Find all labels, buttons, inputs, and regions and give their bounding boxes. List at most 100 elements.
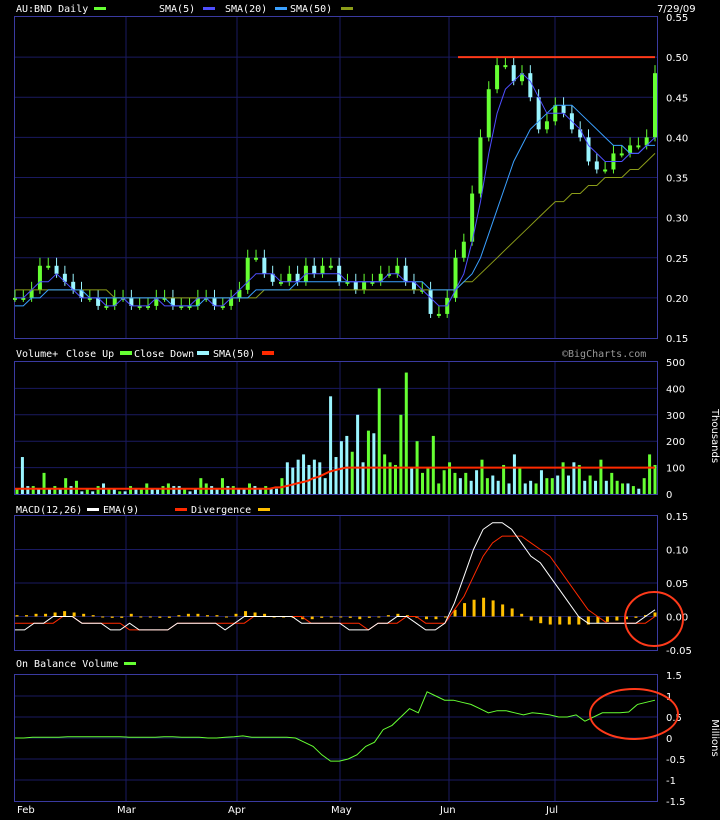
divergence-bar [15,615,19,617]
divergence-bar [539,616,543,624]
macd-panel: -0.05 0.00 0.05 0.10 0.15 MACD(12,26) EMA(9)… [14,505,692,657]
price-bar-body [312,265,317,274]
divergence-bar [482,597,486,617]
divergence-bar [329,616,333,618]
y-tick-label: 0.25 [666,254,688,265]
divergence-bar [444,616,448,618]
volume-bar [210,486,214,494]
divergence-bar [339,616,343,618]
volume-bar [534,483,538,494]
volume-bar [172,486,176,494]
price-y-ticks: 0.150.200.250.300.350.400.450.500.55 [666,13,688,345]
divergence-bar [510,608,514,617]
volume-bar [123,491,127,494]
title-swatch [94,7,106,10]
volume-bar [523,483,527,494]
volume-bar [626,483,630,494]
price-bar-body [478,137,483,194]
volume-bar [366,430,370,494]
x-axis-month-labels: Feb Mar Apr May Jun Jul [17,805,558,816]
volume-bar [491,475,495,494]
price-bar-body [428,289,433,314]
y-tick-label: 100 [666,464,685,475]
volume-bar [469,480,473,494]
volume-bar [291,467,295,494]
volume-bar [550,478,554,494]
volume-bar [356,414,360,494]
price-bar-body [461,241,466,258]
volume-bar [556,475,560,494]
volume-bar [372,433,376,494]
divergence-bar [463,603,467,617]
divergence-bar [348,616,352,618]
divergence-bar [529,616,533,621]
volume-bar [642,478,646,494]
legend-sma50-label: SMA(50) [290,4,332,15]
price-bar-body [495,65,500,90]
volume-bar [31,486,35,494]
divergence-bar [34,613,38,617]
divergence-bar [101,616,105,618]
legend-vol-sma-swatch [262,351,274,355]
divergence-bar [139,616,143,618]
volume-bar [91,491,95,494]
divergence-bar [501,604,505,617]
price-bar-body [578,129,583,138]
divergence-bar [167,616,171,618]
price-bar-body [586,137,591,162]
y-tick-label: 0.05 [666,579,688,590]
divergence-bar [44,613,48,617]
volume-bar [220,478,224,494]
volume-bar [539,470,543,494]
legend-macd-swatch [87,508,99,511]
y-tick-label: 0 [666,490,672,501]
y-tick-label: 300 [666,411,685,422]
legend-obv-label: On Balance Volume [16,659,118,670]
price-bar-body [262,257,267,274]
volume-bar [404,372,408,494]
price-bar-body [46,265,51,268]
y-tick-label: 0.35 [666,174,688,185]
volume-bar [648,454,652,494]
divergence-bar [434,616,438,620]
divergence-bar [367,616,371,618]
divergence-bar [548,616,552,625]
volume-bar [188,491,192,494]
volume-bar [631,486,635,494]
volume-bar [453,472,457,494]
price-bar-body [254,257,259,260]
divergence-bar [424,616,428,620]
macd-legend: MACD(12,26) EMA(9) Divergence [16,505,270,516]
divergence-bar [558,616,562,625]
volume-bar [334,457,338,494]
divergence-bar [605,616,609,622]
volume-bar [518,467,522,494]
y-tick-label: 0.15 [666,512,688,523]
y-tick-label: -0.5 [666,755,686,766]
price-bar-body [636,145,641,148]
y-tick-label: 500 [666,358,685,369]
volume-bar [480,459,484,494]
x-tick-label: Jun [439,805,456,816]
volume-bar [53,486,57,494]
divergence-bar [72,612,76,617]
divergence-bar [472,599,476,617]
volume-bar [588,475,592,494]
volume-bar [496,480,500,494]
stock-chart: 0.150.200.250.300.350.400.450.500.55 AU:… [13,4,720,816]
price-bar-body [395,265,400,274]
price-bar-body [653,73,657,138]
divergence-bar [253,612,257,617]
volume-bar [231,486,235,494]
legend-close-down-label: Close Down [134,349,194,360]
price-bar-body [536,97,541,130]
legend-obv-swatch [124,662,136,665]
y-tick-label: -1 [666,776,676,787]
volume-bar [80,491,84,494]
price-bar-body [594,161,599,170]
volume-bar [69,486,73,494]
volume-bar [583,480,587,494]
divergence-bar [224,616,228,618]
x-tick-label: Mar [117,805,137,816]
divergence-bar [234,613,238,617]
